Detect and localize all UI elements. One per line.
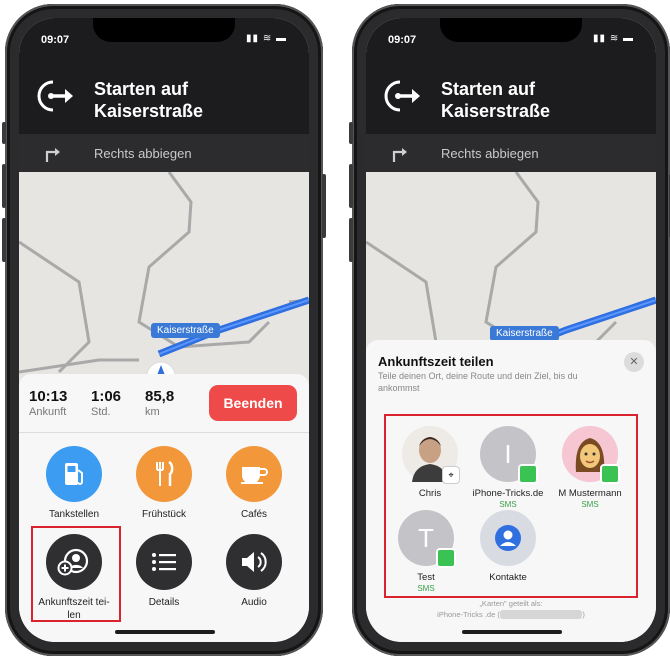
trip-sheet: 10:13 Ankunft 1:06 Std. 85,8 km Beenden … (19, 374, 309, 642)
action-label: Details (148, 597, 180, 608)
avatar: T (398, 510, 456, 568)
coffee-cup-icon (226, 446, 282, 502)
notch (440, 18, 582, 42)
sheet-description: Teile deinen Ort, deine Route und dein Z… (378, 371, 578, 393)
action-label: Frühstück (142, 509, 186, 520)
share-footer: „Karten" geteilt als: iPhone-Tricks .de … (366, 598, 656, 620)
messages-icon (600, 464, 620, 484)
notch (93, 18, 235, 42)
share-eta-sheet: Ankunftszeit teilen Teile deinen Ort, de… (366, 340, 656, 642)
contact-name: Test (417, 572, 435, 583)
action-label: Audio (241, 597, 267, 608)
maps-app-icon: ⌖ (442, 466, 460, 484)
fuel-icon (46, 446, 102, 502)
nav-title: Starten auf Kaiserstraße (441, 78, 550, 122)
distance-value: 85,8 (145, 388, 175, 405)
redacted-email: xxxxxxxxxxxxxxxxxxxxxx (499, 610, 583, 619)
mute-switch (349, 122, 353, 144)
action-breakfast[interactable]: Frühstück (123, 446, 205, 521)
contact-kontakte[interactable]: Kontakte (462, 510, 554, 583)
list-icon (136, 534, 192, 590)
nav-title-line2: Kaiserstraße (94, 101, 204, 121)
distance-label: km (145, 406, 160, 418)
phone-right: 09:07 ▮▮ ≋ ▬ Starten auf Kaiserstraße Re… (349, 4, 670, 656)
nav-title-line1: Starten auf (94, 79, 189, 99)
end-route-button[interactable]: Beenden (209, 385, 297, 421)
avatar: I (480, 426, 538, 484)
next-instruction: Rechts abbiegen (94, 146, 192, 161)
start-direction-icon (384, 80, 420, 112)
action-gas-stations[interactable]: Tankstellen (33, 446, 115, 521)
contact-name: iPhone-Tricks.de (472, 488, 544, 499)
footer-account: iPhone-Tricks .de ( (437, 610, 500, 619)
next-instruction: Rechts abbiegen (441, 146, 539, 161)
distance-stat: 85,8 km (145, 388, 174, 418)
volume-down-button (349, 218, 353, 262)
start-direction-icon (37, 80, 73, 112)
mute-switch (2, 122, 6, 144)
footer-line2: iPhone-Tricks .de (xxxxxxxxxxxxxxxxxxxxx… (437, 610, 585, 619)
navigation-banner[interactable]: Starten auf Kaiserstraße (366, 58, 656, 134)
nav-title-line2: Kaiserstraße (441, 101, 551, 121)
contact-iphone-tricks[interactable]: I iPhone-Tricks.de SMS (462, 426, 554, 509)
action-label: Tankstellen (48, 509, 100, 520)
volume-down-button (2, 218, 6, 262)
messages-icon (436, 548, 456, 568)
contact-test[interactable]: T Test SMS (380, 510, 472, 593)
status-icons: ▮▮ ≋ ▬ (246, 33, 287, 44)
navigation-banner[interactable]: Starten auf Kaiserstraße (19, 58, 309, 134)
volume-up-button (2, 164, 6, 208)
avatar-initial: T (418, 522, 434, 553)
action-details[interactable]: Details (123, 534, 205, 609)
turn-right-icon (392, 148, 407, 162)
nav-title-line1: Starten auf (441, 79, 536, 99)
footer-line1: „Karten" geteilt als: (479, 599, 543, 608)
street-label: Kaiserstraße (151, 323, 220, 338)
avatar-initial: I (504, 438, 512, 469)
highlight-box (31, 526, 121, 622)
contact-m-mustermann[interactable]: M Mustermann SMS (544, 426, 636, 509)
nav-title: Starten auf Kaiserstraße (94, 78, 203, 122)
arrival-stat: 10:13 Ankunft (29, 388, 67, 418)
volume-up-button (349, 164, 353, 208)
sheet-title: Ankunftszeit teilen (378, 354, 494, 369)
divider (19, 432, 309, 433)
duration-label: Std. (91, 406, 111, 418)
street-label: Kaiserstraße (490, 326, 559, 341)
contact-name: M Mustermann (558, 488, 622, 499)
turn-right-icon (45, 148, 60, 162)
phone-left: 09:07 ▮▮ ≋ ▬ Starten auf Kaiserstraße Re… (2, 4, 326, 656)
arrival-label: Ankunft (29, 406, 67, 418)
contact-method: SMS (581, 500, 599, 509)
home-indicator[interactable] (115, 630, 215, 634)
next-instruction-bar[interactable]: Rechts abbiegen (19, 134, 309, 172)
close-icon[interactable]: ✕ (624, 352, 644, 372)
next-instruction-bar[interactable]: Rechts abbiegen (366, 134, 656, 172)
screen: 09:07 ▮▮ ≋ ▬ Starten auf Kaiserstraße Re… (366, 18, 656, 642)
status-bar: 09:07 ▮▮ ≋ ▬ (366, 18, 656, 58)
avatar (562, 426, 620, 484)
contacts-icon (480, 510, 536, 566)
duration-value: 1:06 (91, 388, 122, 405)
home-indicator[interactable] (462, 630, 562, 634)
contact-method: SMS (499, 500, 517, 509)
speaker-icon (226, 534, 282, 590)
action-audio[interactable]: Audio (213, 534, 295, 609)
status-time: 09:07 (41, 34, 70, 46)
status-bar: 09:07 ▮▮ ≋ ▬ (19, 18, 309, 58)
messages-icon (518, 464, 538, 484)
power-button (322, 174, 326, 238)
action-cafes[interactable]: Cafés (213, 446, 295, 521)
screen: 09:07 ▮▮ ≋ ▬ Starten auf Kaiserstraße Re… (19, 18, 309, 642)
contact-name: Kontakte (489, 572, 527, 583)
duration-stat: 1:06 Std. (91, 388, 121, 418)
avatar: ⌖ (402, 426, 460, 484)
fork-knife-icon (136, 446, 192, 502)
contact-method: SMS (417, 584, 435, 593)
action-label: Cafés (240, 509, 268, 520)
status-time: 09:07 (388, 34, 417, 46)
arrival-time: 10:13 (29, 388, 68, 405)
status-icons: ▮▮ ≋ ▬ (593, 33, 634, 44)
